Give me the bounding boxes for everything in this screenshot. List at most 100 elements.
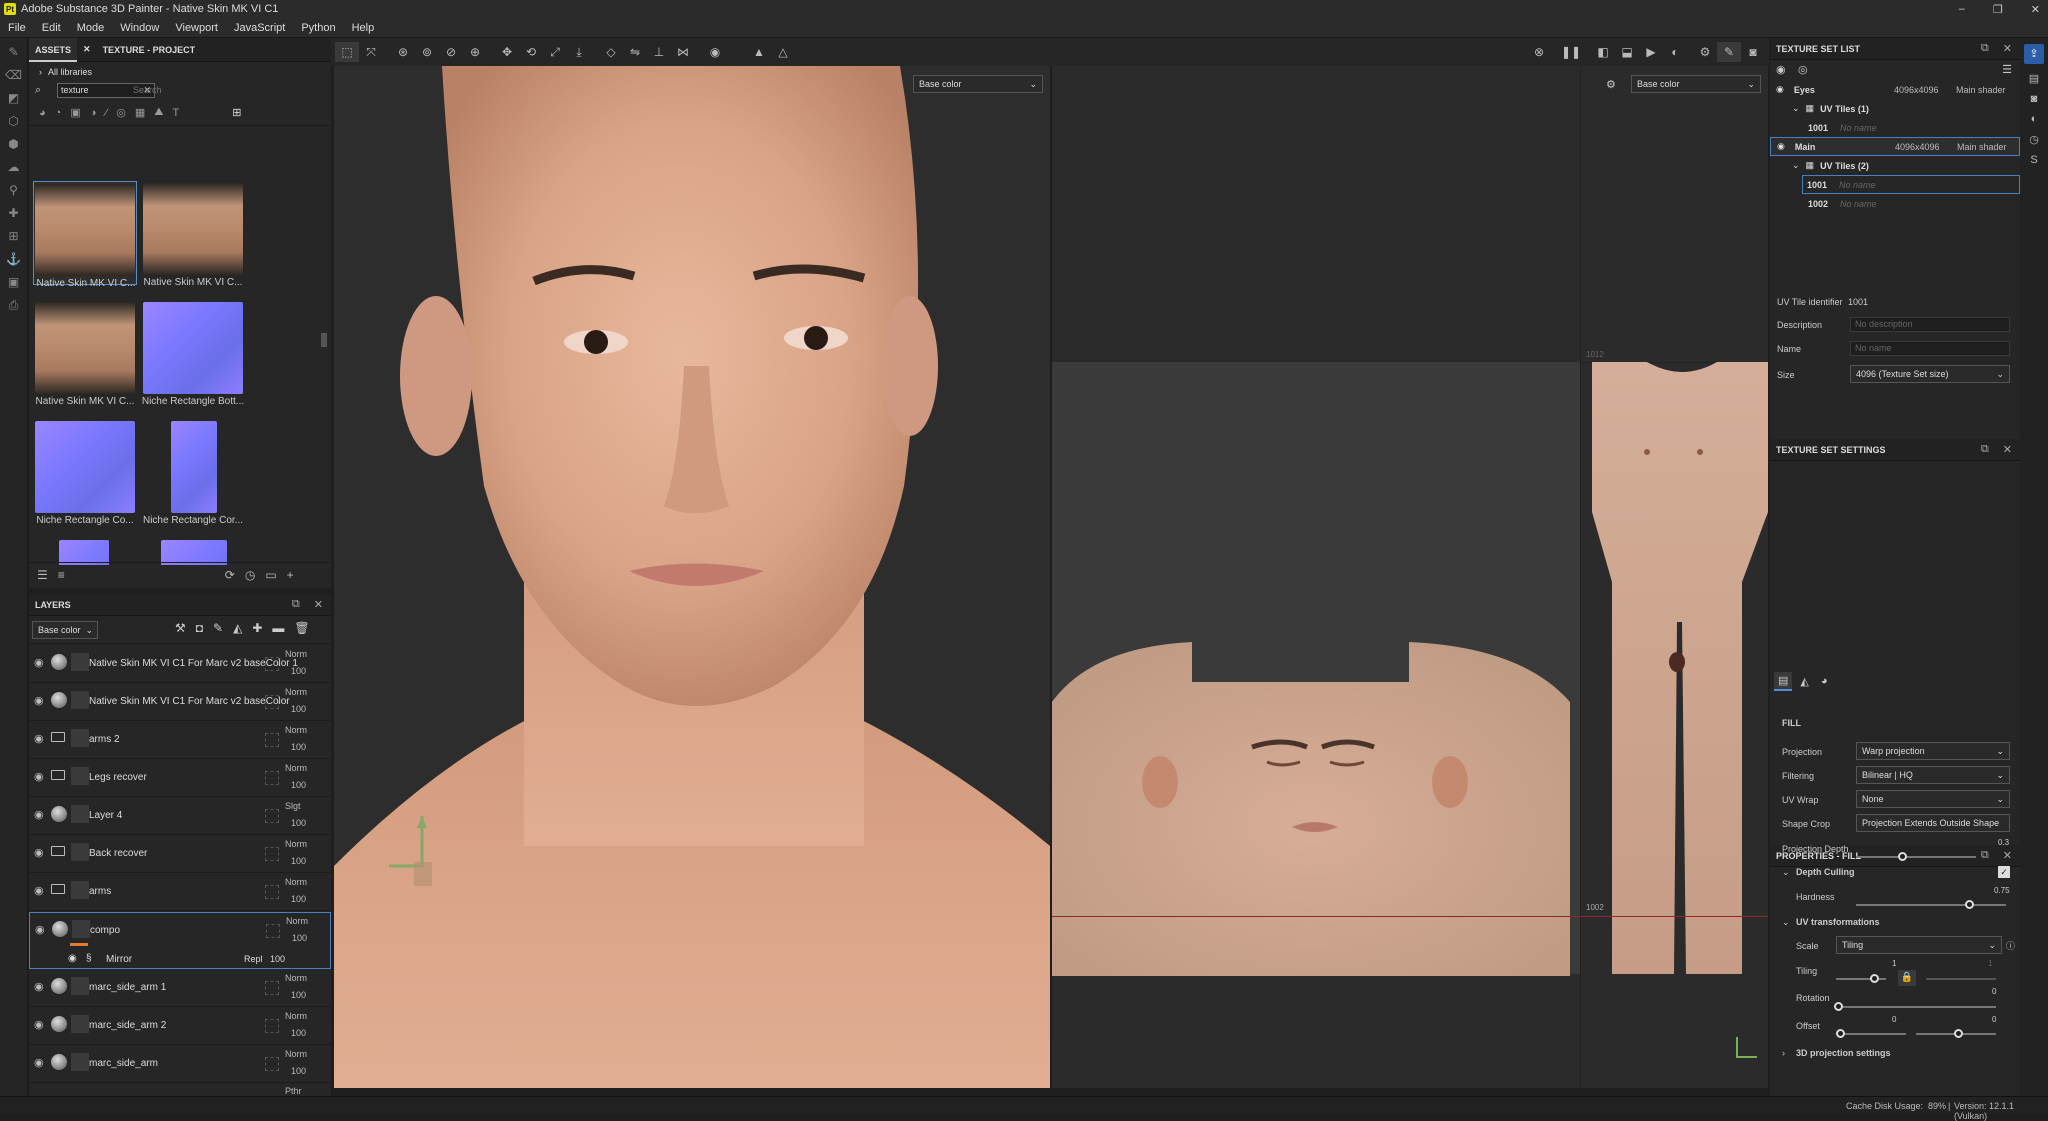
blend-mode[interactable]: Norm [285,725,307,735]
mask-slot[interactable] [265,1057,279,1071]
layer-opacity[interactable]: 100 [291,818,306,828]
add-mask-icon[interactable]: ◘ [196,621,203,635]
eye-icon[interactable]: ◉ [34,770,44,783]
eye-icon[interactable]: ◎ [1798,63,1808,76]
undock-icon[interactable]: ⧉ [1981,849,1989,862]
select-tool-icon[interactable]: ⬚ [335,42,359,62]
smudge-icon[interactable]: ☁ [5,158,23,176]
projection-icon[interactable]: ◩ [5,89,23,107]
offset-knob-a[interactable] [1836,1029,1845,1038]
hardness-slider[interactable] [1856,904,2006,906]
history-dock-icon[interactable]: ◷ [2024,133,2044,146]
uv-tiles-row[interactable]: ⌄ ▦ UV Tiles (1) [1770,99,2020,118]
menu-javascript[interactable]: JavaScript [226,22,293,34]
lock-icon[interactable]: 🔒 [1898,970,1916,986]
rotation-knob[interactable] [1834,1002,1843,1011]
add-paint-layer-icon[interactable]: ✎ [213,621,223,635]
export-icon[interactable]: ⎙ [5,296,23,314]
layer-opacity[interactable]: 100 [291,1066,306,1076]
eye-icon[interactable]: ◉ [34,846,44,859]
clone-icon[interactable]: ⚲ [5,181,23,199]
smart-material-filter-icon[interactable]: ◔ [55,107,62,119]
add-icon[interactable]: + [287,568,294,582]
shader-settings-icon[interactable]: ◐ [2024,113,2044,125]
list-menu-icon[interactable]: ☰ [2002,63,2012,76]
name-field[interactable]: No name [1850,341,2010,356]
layer-row[interactable]: ◉ Back recover Norm 100 [29,836,331,873]
blend-mode[interactable]: Norm [285,877,307,887]
mask-slot[interactable] [265,809,279,823]
warp-icon[interactable]: ⋈ [671,42,695,62]
layer-row[interactable]: ◉ marc_side_arm 1 Norm 100 [29,970,331,1007]
eye-icon[interactable]: ◉ [34,808,44,821]
layer-opacity[interactable]: 100 [291,856,306,866]
menu-mode[interactable]: Mode [69,22,113,34]
blend-mode[interactable]: Norm [285,839,307,849]
material-filter-icon[interactable]: ◕ [39,107,46,119]
asset-thumb[interactable]: Niche Rectangle Cor... [141,419,245,526]
texture-filter-icon[interactable]: ▣ [70,106,80,119]
color-icon[interactable]: ◕ [1817,673,1832,689]
camera-icon[interactable]: ▶ [1639,42,1663,62]
assets-scrollbar[interactable] [321,333,327,347]
scale-icon[interactable]: ⤢ [543,42,567,62]
layer-row[interactable]: ◉ marc_side_arm 2 Norm 100 [29,1008,331,1045]
eye-icon[interactable]: ◉ [1776,84,1784,95]
info-icon[interactable]: ⓘ [2006,939,2015,952]
viewport-3d[interactable]: Base color ⌄ [334,66,1050,1088]
menu-viewport[interactable]: Viewport [167,22,226,34]
share-icon[interactable]: ⇪ [2024,44,2044,64]
layer-opacity[interactable]: 100 [291,1028,306,1038]
menu-help[interactable]: Help [344,22,383,34]
eye-icon[interactable]: ◉ [1777,141,1785,152]
rotation-slider[interactable] [1836,1006,1996,1008]
blend-mode[interactable]: Norm [285,1049,307,1059]
symmetry-icon[interactable]: ⊛ [391,42,415,62]
tab-texture-project[interactable]: TEXTURE - PROJECT [97,45,202,55]
hardness-knob[interactable] [1965,900,1974,909]
blend-mode[interactable]: Norm [285,1011,307,1021]
layer-opacity[interactable]: 100 [291,990,306,1000]
eye-icon[interactable]: ◉ [34,732,44,745]
undock-icon[interactable]: ⧉ [292,598,300,611]
screenshot-icon[interactable]: ◙ [1741,42,1765,62]
layer-row[interactable]: ◉ Native Skin MK VI C1 For Marc v2 baseCo… [29,646,331,683]
refresh-icon[interactable]: ⟳ [225,568,235,582]
depth-culling-checkbox[interactable]: ✓ [1998,866,2010,878]
3d-view-icon[interactable]: ⬓ [1615,42,1639,62]
eye-icon[interactable]: ◉ [34,694,44,707]
close-icon[interactable]: ✕ [2003,42,2012,55]
shape-crop-select[interactable]: Projection Extends Outside Shape [1856,814,2010,832]
layer-row[interactable]: ◉ arms 2 Norm 100 [29,722,331,759]
undock-icon[interactable]: ⧉ [1981,443,1989,456]
align-icon[interactable]: ⊥ [647,42,671,62]
projection-depth-slider[interactable] [1856,856,1976,858]
mirror-icon[interactable]: ⇋ [623,42,647,62]
eye-settings-icon[interactable]: ◉ [1776,63,1786,76]
hide-icon[interactable]: ⊗ [1527,42,1551,62]
smart-mask-filter-icon[interactable]: ◑ [90,107,97,119]
eye-icon[interactable]: ◉ [68,953,77,964]
projection-select[interactable]: Warp projection ⌄ [1856,742,2010,760]
camera-settings-icon[interactable]: ◉ [703,42,727,62]
viewport-3d-channel-select[interactable]: Base color ⌄ [913,75,1043,93]
list-filter-icon[interactable]: ☰ [37,568,48,582]
snap-icon[interactable]: ⊘ [439,42,463,62]
close-icon[interactable]: ✕ [2003,443,2012,456]
asset-thumb[interactable] [33,538,137,565]
bake-icon[interactable]: ▣ [5,273,23,291]
grid-filter-icon[interactable]: ▦ [135,106,145,119]
layer-opacity[interactable]: 100 [291,742,306,752]
library-selector[interactable]: › All libraries [29,62,331,82]
uv-tile-row[interactable]: 1001 No name [1802,175,2020,194]
layer-opacity[interactable]: 100 [291,666,306,676]
undock-icon[interactable]: ⧉ [1981,42,1989,55]
brush-filter-icon[interactable]: ⁄ [105,107,107,119]
mask-slot[interactable] [265,657,279,671]
mask-slot[interactable] [265,771,279,785]
cube-icon[interactable]: ◇ [599,42,623,62]
tab-assets[interactable]: ASSETS [29,37,78,62]
blend-mode[interactable]: Pthr [285,1086,302,1096]
offset-slider-a[interactable] [1836,1033,1906,1035]
mask-slot[interactable] [265,981,279,995]
